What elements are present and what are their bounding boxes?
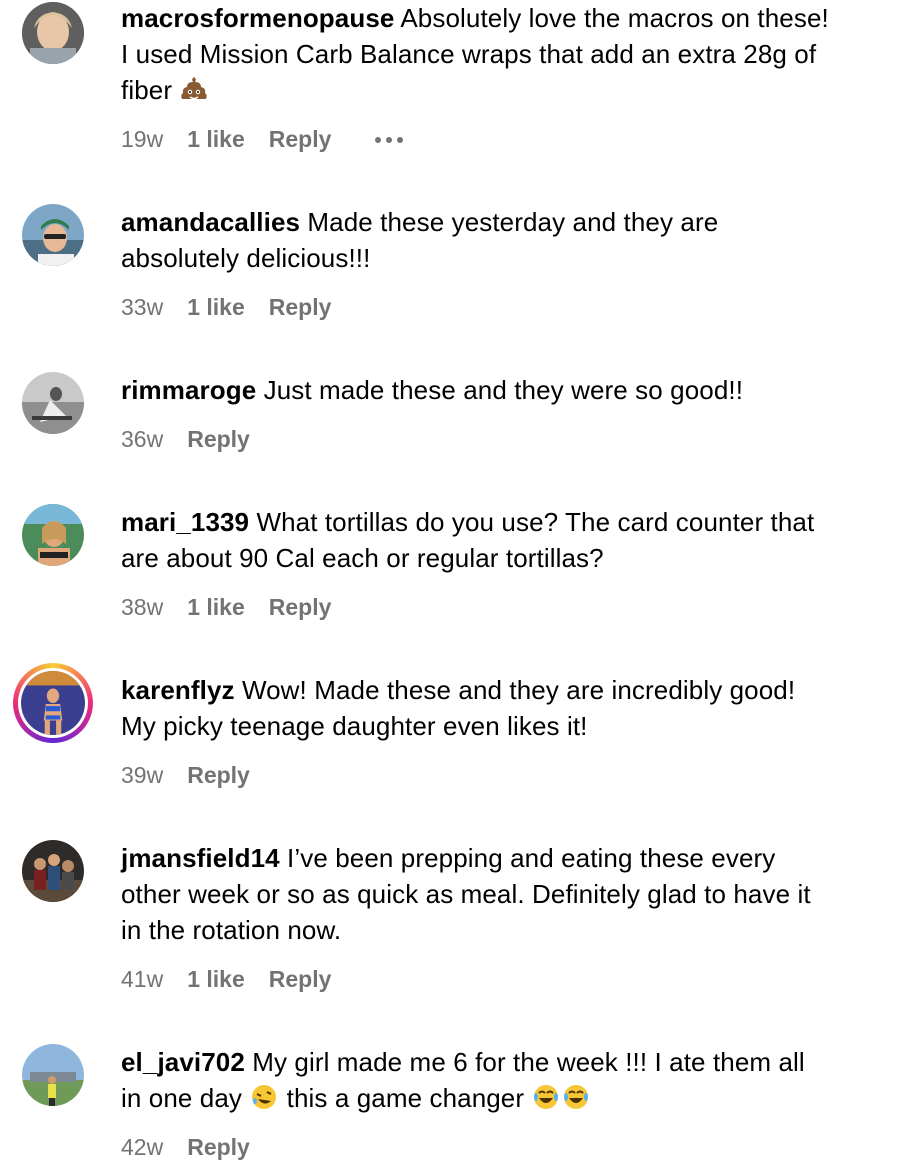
comment-body: are about 90 Cal each or regular tortill…	[121, 543, 604, 573]
comment-body: Just made these and they were so good!!	[263, 375, 744, 405]
rofl-emoji-icon	[252, 1085, 277, 1109]
reply-button[interactable]: Reply	[187, 1134, 250, 1161]
comment-body: fiber	[121, 75, 173, 105]
avatar[interactable]	[22, 372, 84, 434]
reply-button[interactable]: Reply	[269, 966, 332, 993]
timestamp[interactable]: 42w	[121, 1134, 163, 1161]
comment-text: mari_1339 What tortillas do you use? The…	[121, 504, 896, 576]
reply-button[interactable]: Reply	[269, 126, 332, 153]
comment-body: My picky teenage daughter even likes it!	[121, 711, 588, 741]
timestamp[interactable]: 41w	[121, 966, 163, 993]
poop-emoji-icon	[181, 77, 208, 100]
comment-text: el_javi702 My girl made me 6 for the wee…	[121, 1044, 896, 1116]
more-options-icon[interactable]	[375, 136, 404, 143]
like-count[interactable]: 1 like	[187, 294, 245, 321]
timestamp[interactable]: 39w	[121, 762, 163, 789]
like-count[interactable]: 1 like	[187, 594, 245, 621]
comment-text: jmansfield14 I’ve been prepping and eati…	[121, 840, 896, 948]
comment-body: Wow! Made these and they are incredibly …	[241, 675, 796, 705]
comment-body: Made these yesterday and they are	[307, 207, 719, 237]
username[interactable]: mari_1339	[121, 507, 249, 537]
reply-button[interactable]: Reply	[269, 594, 332, 621]
username[interactable]: rimmaroge	[121, 375, 256, 405]
timestamp[interactable]: 19w	[121, 126, 163, 153]
reply-button[interactable]: Reply	[269, 294, 332, 321]
timestamp[interactable]: 33w	[121, 294, 163, 321]
avatar[interactable]	[22, 1044, 84, 1106]
username[interactable]: macrosformenopause	[121, 3, 394, 33]
joy-emoji-icon	[534, 1085, 559, 1109]
username[interactable]: el_javi702	[121, 1047, 245, 1077]
avatar-with-story-ring[interactable]	[13, 663, 93, 743]
comment-body: What tortillas do you use? The card coun…	[256, 507, 815, 537]
comment-body: this a game changer	[286, 1083, 525, 1113]
like-count[interactable]: 1 like	[187, 966, 245, 993]
username[interactable]: amandacallies	[121, 207, 300, 237]
username[interactable]: karenflyz	[121, 675, 235, 705]
comment-body: absolutely delicious!!!	[121, 243, 371, 273]
timestamp[interactable]: 36w	[121, 426, 163, 453]
avatar[interactable]	[22, 204, 84, 266]
comment-body: Absolutely love the macros on these!	[400, 3, 829, 33]
comment-body: I’ve been prepping and eating these ever…	[287, 843, 776, 873]
comment-body: other week or so as quick as meal. Defin…	[121, 879, 811, 909]
username[interactable]: jmansfield14	[121, 843, 280, 873]
like-count[interactable]: 1 like	[187, 126, 245, 153]
comment-text: macrosformenopause Absolutely love the m…	[121, 0, 896, 108]
avatar[interactable]	[22, 840, 84, 902]
comment-text: rimmaroge Just made these and they were …	[121, 372, 896, 408]
comment-body: I used Mission Carb Balance wraps that a…	[121, 39, 817, 69]
reply-button[interactable]: Reply	[187, 426, 250, 453]
reply-button[interactable]: Reply	[187, 762, 250, 789]
timestamp[interactable]: 38w	[121, 594, 163, 621]
avatar[interactable]	[22, 504, 84, 566]
comment-body: My girl made me 6 for the week !!! I ate…	[252, 1047, 805, 1077]
comment-text: karenflyz Wow! Made these and they are i…	[121, 672, 896, 744]
joy-emoji-icon	[564, 1085, 589, 1109]
comment-body: in the rotation now.	[121, 915, 342, 945]
comment-body: in one day	[121, 1083, 242, 1113]
avatar[interactable]	[22, 2, 84, 64]
comment-text: amandacallies Made these yesterday and t…	[121, 204, 896, 276]
